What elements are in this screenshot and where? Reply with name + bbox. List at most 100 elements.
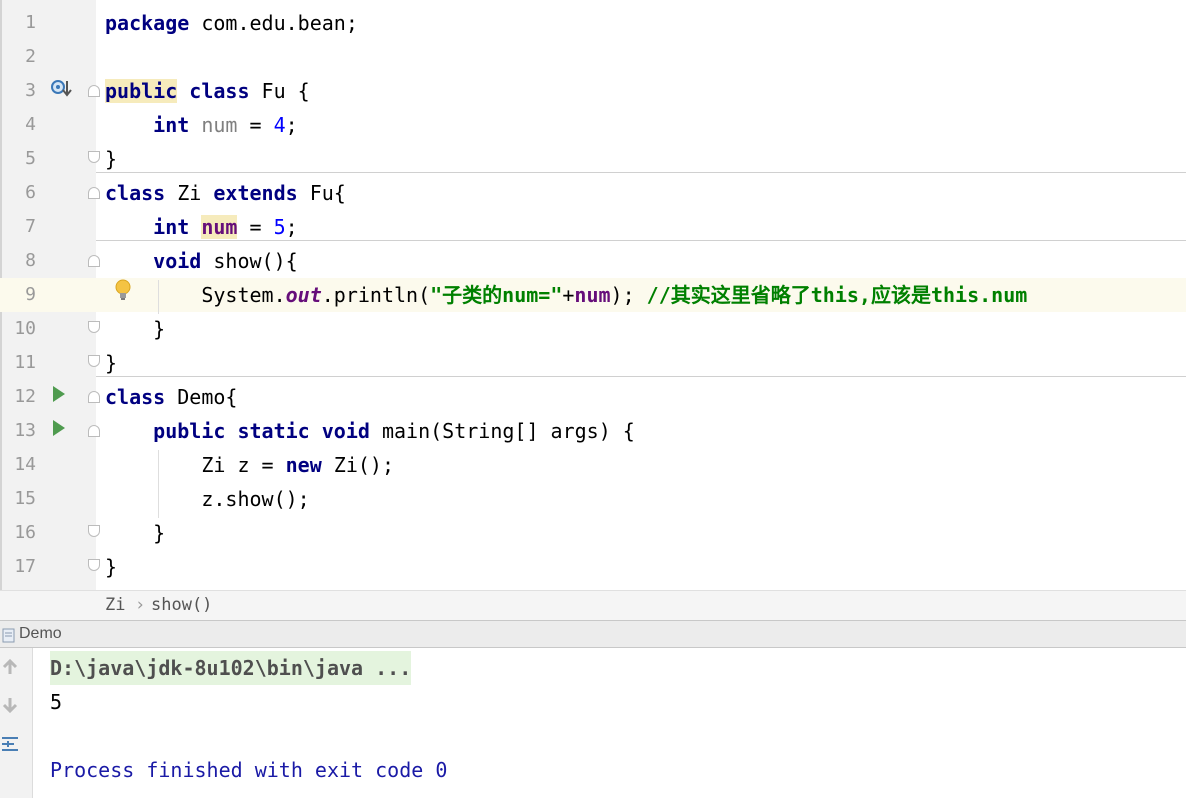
system-class: System. <box>201 283 286 307</box>
method-call: z.show(); <box>201 487 310 511</box>
static-field-out: out <box>285 283 322 307</box>
lightbulb-icon[interactable] <box>113 278 133 302</box>
line-number: 15 <box>14 488 36 509</box>
call-end: ); <box>610 283 647 307</box>
fold-marker[interactable] <box>88 151 100 163</box>
fold-marker[interactable] <box>88 85 100 97</box>
closing-brace: } <box>105 555 118 579</box>
fold-marker[interactable] <box>88 187 100 199</box>
line-number: 12 <box>14 386 36 407</box>
code-line-17[interactable]: 17 } <box>0 550 1186 584</box>
closing-brace: } <box>153 317 166 341</box>
void-keyword: void <box>321 419 370 443</box>
method-separator <box>96 240 1186 241</box>
line-number: 14 <box>14 454 36 475</box>
class-decl-fu: Fu { <box>249 79 310 103</box>
line-number: 3 <box>25 80 36 101</box>
line-number: 1 <box>25 12 36 33</box>
code-line-4[interactable]: 4 int num = 4; <box>0 108 1186 142</box>
line-number: 17 <box>14 556 36 577</box>
println-call: .println( <box>321 283 431 307</box>
soft-wrap-icon[interactable] <box>0 733 22 755</box>
string-literal: "子类的num=" <box>430 283 563 307</box>
extends-keyword: extends <box>213 181 298 205</box>
static-keyword: static <box>237 419 310 443</box>
class-name-zi: Zi <box>165 181 214 205</box>
fold-marker[interactable] <box>88 321 100 333</box>
code-line-7[interactable]: 7 int num = 5; <box>0 210 1186 244</box>
code-editor[interactable]: 1 package com.edu.bean; 2 3 public class… <box>0 0 1186 590</box>
line-number: 8 <box>25 250 36 271</box>
code-line-12[interactable]: 12 class Demo{ <box>0 380 1186 414</box>
class-keyword: class <box>189 79 250 103</box>
semicolon: ; <box>285 215 298 239</box>
class-keyword: class <box>105 385 166 409</box>
class-keyword: class <box>105 181 166 205</box>
run-tab-demo[interactable]: Demo <box>19 625 62 643</box>
class-decl-demo: Demo{ <box>165 385 238 409</box>
breadcrumb-class[interactable]: Zi <box>105 595 125 615</box>
run-tool-window-header: Demo <box>0 620 1186 648</box>
closing-brace: } <box>105 147 118 171</box>
code-line-13[interactable]: 13 public static void main(String[] args… <box>0 414 1186 448</box>
closing-brace: } <box>153 521 166 545</box>
number-literal: 5 <box>273 215 286 239</box>
fold-marker[interactable] <box>88 255 100 267</box>
fold-marker[interactable] <box>88 559 100 571</box>
line-number: 4 <box>25 114 36 135</box>
code-line-1[interactable]: 1 package com.edu.bean; <box>0 6 1186 40</box>
code-line-10[interactable]: 10 } <box>0 312 1186 346</box>
down-arrow-icon[interactable] <box>1 696 19 714</box>
line-number: 13 <box>14 420 36 441</box>
breadcrumb-method[interactable]: show() <box>151 595 212 615</box>
var-decl: Zi z = <box>201 453 286 477</box>
assign-operator: = <box>237 215 274 239</box>
number-literal: 4 <box>273 113 286 137</box>
field-num: num <box>201 215 238 239</box>
fold-marker[interactable] <box>88 425 100 437</box>
line-number: 5 <box>25 148 36 169</box>
up-arrow-icon[interactable] <box>1 658 19 676</box>
public-keyword: public <box>105 79 178 103</box>
run-icon[interactable] <box>51 419 67 437</box>
code-line-11[interactable]: 11 } <box>0 346 1186 380</box>
code-line-15[interactable]: 15 z.show(); <box>0 482 1186 516</box>
run-icon[interactable] <box>51 385 67 403</box>
method-decl-show: show(){ <box>201 249 298 273</box>
line-number: 6 <box>25 182 36 203</box>
indent-guide <box>158 450 159 518</box>
line-number: 10 <box>14 318 36 339</box>
field-num-ref: num <box>574 283 611 307</box>
fold-marker[interactable] <box>88 355 100 367</box>
void-keyword: void <box>153 249 202 273</box>
public-keyword: public <box>153 419 226 443</box>
int-keyword: int <box>153 215 190 239</box>
code-line-5[interactable]: 5 } <box>0 142 1186 176</box>
console-command: D:\java\jdk-8u102\bin\java ... <box>50 651 412 685</box>
breadcrumb-separator: › <box>135 595 146 615</box>
line-number: 16 <box>14 522 36 543</box>
code-line-6[interactable]: 6 class Zi extends Fu{ <box>0 176 1186 210</box>
code-line-16[interactable]: 16 } <box>0 516 1186 550</box>
constructor-call: Zi(); <box>321 453 394 477</box>
plus-operator: + <box>562 283 575 307</box>
run-config-icon <box>2 628 15 643</box>
overridden-method-icon[interactable] <box>50 78 72 100</box>
line-comment: //其实这里省略了this,应该是this.num <box>646 283 1028 307</box>
superclass-name: Fu{ <box>297 181 346 205</box>
semicolon: ; <box>285 113 298 137</box>
package-keyword: package <box>105 11 190 35</box>
fold-marker[interactable] <box>88 525 100 537</box>
code-line-8[interactable]: 8 void show(){ <box>0 244 1186 278</box>
fold-marker[interactable] <box>88 391 100 403</box>
indent-guide <box>158 280 159 314</box>
int-keyword: int <box>153 113 190 137</box>
method-separator <box>96 172 1186 173</box>
code-line-14[interactable]: 14 Zi z = new Zi(); <box>0 448 1186 482</box>
line-number: 7 <box>25 216 36 237</box>
package-name: com.edu.bean; <box>189 11 358 35</box>
code-line-2[interactable]: 2 <box>0 40 1186 74</box>
code-line-3[interactable]: 3 public class Fu { <box>0 74 1186 108</box>
console-output[interactable]: D:\java\jdk-8u102\bin\java ... 5 Process… <box>0 648 1186 798</box>
code-line-9-current[interactable]: 9 System.out.println("子类的num="+num); //其… <box>0 278 1186 312</box>
